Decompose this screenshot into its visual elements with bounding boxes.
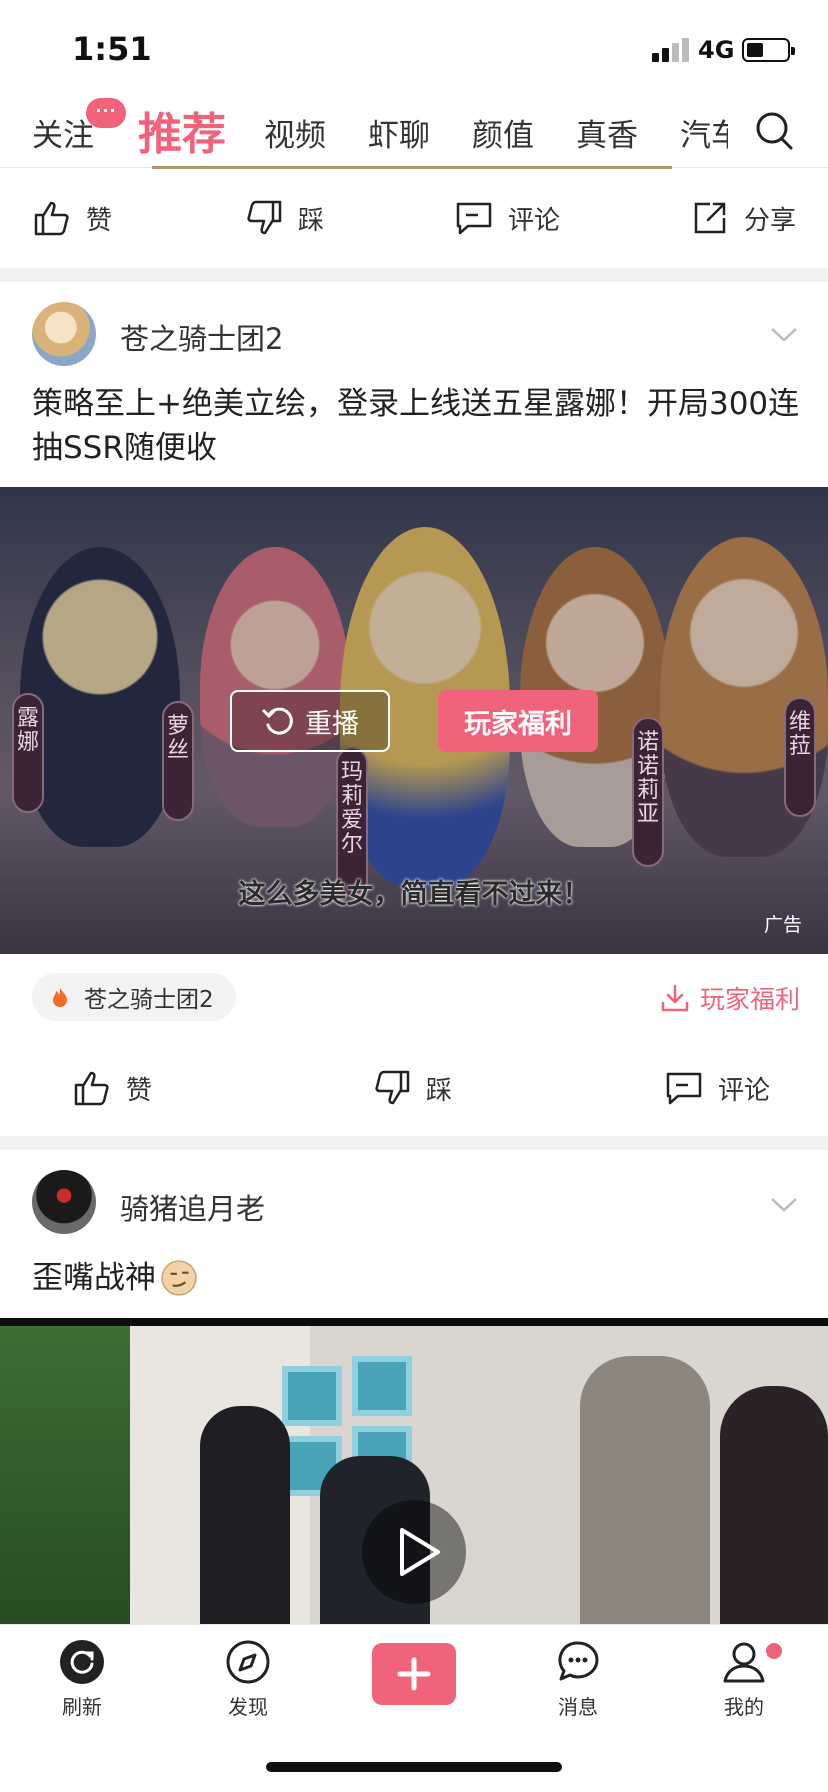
share-button[interactable]: 分享: [690, 196, 796, 240]
thumbs-up-icon: [74, 1071, 109, 1106]
like-button[interactable]: 赞: [32, 196, 112, 240]
smirk-emoji-icon: [161, 1260, 197, 1296]
ad-tag: 广告: [764, 914, 803, 936]
download-icon: [661, 984, 689, 1012]
name-banner: 萝丝: [162, 701, 194, 821]
dislike-label: 踩: [426, 1075, 453, 1106]
fire-icon: [53, 987, 67, 1007]
player-welfare-link[interactable]: 玩家福利: [660, 980, 800, 1016]
chevron-down-icon[interactable]: [770, 326, 798, 344]
dislike-button[interactable]: 踩: [244, 196, 324, 240]
dislike-button[interactable]: 踩: [372, 1066, 452, 1110]
tab-xialiao[interactable]: 虾聊: [368, 110, 430, 155]
tab-follow[interactable]: 关注: [32, 110, 94, 155]
nav-refresh-label: 刷新: [62, 1695, 102, 1719]
person-figure: [720, 1386, 828, 1624]
previous-post-actions: 赞 踩 评论 分享: [0, 170, 828, 266]
publish-button[interactable]: [372, 1643, 456, 1705]
plus-icon: [397, 1657, 431, 1691]
plant-area: [0, 1326, 130, 1624]
name-banner: 诺诺莉亚: [632, 717, 664, 867]
nav-messages-label: 消息: [558, 1695, 598, 1719]
name-banner: 露娜: [12, 693, 44, 813]
feed-separator: [0, 268, 828, 282]
post-actions: 赞 踩 评论: [0, 1040, 828, 1136]
replay-label: 重播: [305, 708, 359, 740]
play-icon: [400, 1528, 440, 1576]
wall-frame: [282, 1366, 342, 1426]
post-text-row[interactable]: 歪嘴战神: [32, 1256, 802, 1300]
message-bubble-icon: [558, 1641, 599, 1681]
comment-button[interactable]: 评论: [454, 196, 560, 240]
search-icon[interactable]: [754, 108, 794, 152]
post-author[interactable]: 苍之骑士团2: [120, 316, 283, 358]
person-figure: [200, 1406, 290, 1624]
nav-refresh[interactable]: 刷新: [32, 1639, 132, 1720]
tab-video[interactable]: 视频: [264, 110, 326, 155]
share-icon: [694, 202, 726, 234]
cellular-signal-icon: [652, 36, 692, 62]
welfare-link-label: 玩家福利: [700, 985, 801, 1014]
status-time: 1:51: [72, 30, 152, 68]
wall-frame: [352, 1356, 412, 1416]
comment-icon: [456, 202, 492, 235]
comment-icon: [666, 1072, 702, 1105]
game-chip[interactable]: 苍之骑士团2: [32, 973, 236, 1021]
post-text: 歪嘴战神: [32, 1260, 156, 1296]
post-text[interactable]: 策略至上+绝美立绘，登录上线送五星露娜！开局300连抽SSR随便收: [32, 382, 802, 470]
avatar[interactable]: [32, 302, 96, 366]
battery-icon: [742, 38, 795, 62]
replay-button[interactable]: 重播: [230, 690, 390, 752]
notification-dot: [766, 1643, 782, 1659]
post-author[interactable]: 骑猪追月老: [120, 1186, 265, 1228]
avatar[interactable]: [32, 1170, 96, 1234]
video-subtitle: 这么多美女，简直看不过来！: [238, 879, 590, 910]
person-figure: [580, 1356, 710, 1624]
name-banner: 维菈: [784, 697, 816, 817]
refresh-icon: [60, 1640, 104, 1684]
thumbs-down-icon: [247, 200, 282, 235]
comment-label: 评论: [508, 205, 561, 236]
dislike-label: 踩: [298, 205, 325, 236]
game-chip-label: 苍之骑士团2: [84, 987, 214, 1013]
previous-media-edge: [152, 166, 672, 169]
like-label: 赞: [126, 1075, 153, 1106]
status-bar: 1:51 4G: [0, 0, 828, 96]
replay-icon: [262, 707, 293, 735]
network-type: 4G: [698, 36, 735, 64]
tab-zhenxiang[interactable]: 真香: [576, 110, 638, 155]
chevron-down-icon[interactable]: [770, 1196, 798, 1214]
follow-update-badge: ···: [86, 98, 126, 128]
thumbs-down-icon: [375, 1070, 410, 1105]
home-indicator: [266, 1762, 562, 1772]
comment-label: 评论: [718, 1075, 771, 1106]
comment-button[interactable]: 评论: [664, 1066, 770, 1110]
user-icon: [723, 1642, 765, 1683]
like-label: 赞: [86, 205, 113, 236]
share-label: 分享: [744, 205, 797, 236]
feed-separator: [0, 1136, 828, 1150]
tab-looks[interactable]: 颜值: [472, 110, 534, 155]
nav-discover-label: 发现: [228, 1695, 268, 1719]
tab-cars[interactable]: 汽车: [680, 110, 728, 155]
nav-messages[interactable]: 消息: [528, 1639, 628, 1720]
like-button[interactable]: 赞: [72, 1066, 152, 1110]
player-welfare-button[interactable]: 玩家福利: [438, 690, 598, 752]
nav-discover[interactable]: 发现: [198, 1639, 298, 1720]
compass-icon: [226, 1640, 270, 1684]
nav-mine-label: 我的: [724, 1695, 764, 1719]
tab-recommend[interactable]: 推荐: [138, 98, 226, 162]
play-button[interactable]: [362, 1500, 466, 1604]
thumbs-up-icon: [34, 201, 69, 236]
